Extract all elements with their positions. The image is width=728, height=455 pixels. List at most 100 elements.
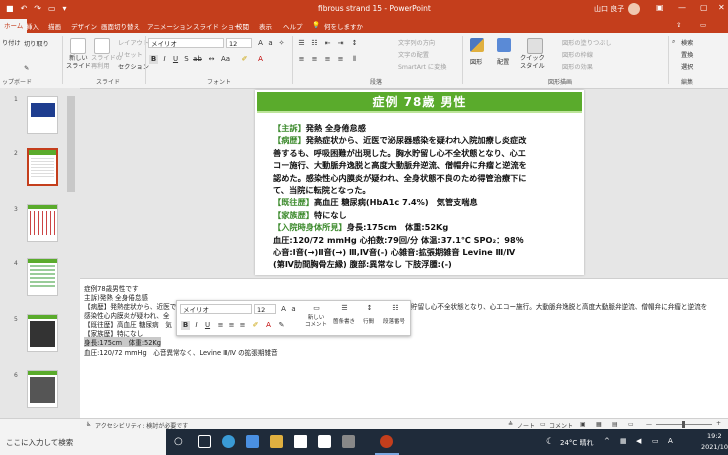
underline-icon[interactable]: U: [171, 55, 180, 64]
mini-font-color-icon[interactable]: A: [264, 321, 273, 330]
format-painter-icon[interactable]: ✎: [24, 65, 29, 72]
new-slide-icon[interactable]: [70, 38, 86, 54]
tab-draw[interactable]: 描画: [48, 21, 61, 31]
powerpoint-icon[interactable]: [380, 435, 393, 448]
slide-thumbnail[interactable]: [27, 314, 58, 352]
cut-button[interactable]: 切り取り: [24, 39, 49, 48]
undo-icon[interactable]: ↶: [21, 4, 28, 13]
tab-view[interactable]: 表示: [259, 21, 272, 31]
paste-button[interactable]: り付け: [2, 38, 21, 47]
mini-numbering-icon[interactable]: ☷: [391, 304, 400, 313]
shrink-font-icon[interactable]: a: [266, 39, 275, 48]
font-color-icon[interactable]: A: [256, 55, 265, 64]
slide-thumbnail[interactable]: [27, 204, 58, 242]
tab-home[interactable]: ホーム: [0, 19, 28, 33]
clear-format-icon[interactable]: ✧: [277, 39, 286, 48]
find-button[interactable]: 検索: [681, 38, 693, 47]
zoom-slider-thumb[interactable]: [682, 421, 685, 428]
ime-icon[interactable]: A: [668, 437, 673, 445]
align-right-icon[interactable]: ≡: [323, 55, 332, 64]
mini-italic-icon[interactable]: I: [192, 321, 201, 330]
minimize-icon[interactable]: —: [678, 3, 686, 12]
weather-text[interactable]: 24°C 晴れ: [560, 438, 594, 448]
smartart-button[interactable]: SmartArt に変換: [398, 62, 446, 71]
slide-body-text[interactable]: 【主訴】発熱 全身倦怠感 【病歴】発熱症状から、近医で泌尿器感染を疑われ入院加療…: [273, 122, 578, 271]
mail-icon[interactable]: [342, 435, 355, 448]
mini-bold-icon[interactable]: B: [181, 321, 190, 330]
highlight-icon[interactable]: ✐: [240, 55, 249, 64]
bullets-icon[interactable]: ☰: [297, 39, 306, 48]
share-icon[interactable]: ⇪: [676, 21, 681, 29]
slide-thumbnail[interactable]: [27, 96, 58, 134]
slide-canvas[interactable]: 症例 78歳 男性 【主訴】発熱 全身倦怠感 【病歴】発熱症状から、近医で泌尿器…: [255, 90, 584, 275]
mini-numbering-button[interactable]: 段落番号: [383, 317, 405, 325]
task-view-icon[interactable]: ○: [174, 435, 187, 448]
shapes-icon[interactable]: [470, 38, 484, 52]
tab-transitions[interactable]: 画面切り替え: [101, 21, 140, 31]
slide-thumbnail-selected[interactable]: [27, 148, 58, 186]
slideshow-view-icon[interactable]: ▭: [628, 421, 634, 428]
grow-font-icon[interactable]: A: [256, 39, 265, 48]
shadow-icon[interactable]: S: [182, 55, 191, 64]
italic-icon[interactable]: I: [160, 55, 169, 64]
slide-title[interactable]: 症例 78歳 男性: [257, 93, 582, 110]
mini-align-right-icon[interactable]: ≡: [238, 321, 247, 330]
tell-me-search[interactable]: 何をしますか: [324, 21, 363, 31]
shape-outline-button[interactable]: 図形の枠線: [562, 50, 593, 59]
zoom-in-icon[interactable]: +: [716, 420, 721, 427]
tab-review[interactable]: 校閲: [236, 21, 249, 31]
reading-view-icon[interactable]: ▤: [612, 421, 618, 428]
mini-font-name-box[interactable]: メイリオ: [180, 304, 252, 314]
volume-icon[interactable]: ◀: [636, 437, 641, 445]
align-center-icon[interactable]: ≡: [310, 55, 319, 64]
mini-line-spacing-button[interactable]: 行間: [363, 317, 374, 325]
font-size-box[interactable]: 12: [226, 38, 252, 48]
tab-animations[interactable]: アニメーション: [147, 21, 192, 31]
dropbox-icon[interactable]: [294, 435, 307, 448]
mini-grow-font-icon[interactable]: A: [279, 305, 288, 314]
taskbar-search-input[interactable]: ここに入力して検索: [6, 437, 73, 448]
mini-line-spacing-icon[interactable]: ↕: [365, 304, 374, 313]
line-spacing-icon[interactable]: ↕: [350, 39, 359, 48]
mini-highlight-icon[interactable]: ✐: [251, 321, 260, 330]
sorter-view-icon[interactable]: ▦: [596, 421, 602, 428]
taskbar-search[interactable]: ここに入力して検索: [0, 429, 166, 455]
close-icon[interactable]: ✕: [718, 3, 725, 12]
tab-insert[interactable]: 挿入: [26, 21, 39, 31]
avatar[interactable]: [628, 3, 640, 15]
mini-new-comment-icon[interactable]: ▭: [312, 304, 321, 313]
new-slide-button[interactable]: 新しい スライド: [66, 55, 91, 71]
clock-time[interactable]: 19:2: [707, 432, 722, 440]
redo-icon[interactable]: ↷: [34, 4, 41, 13]
save-icon[interactable]: ■: [6, 4, 14, 13]
folder-icon[interactable]: [270, 435, 283, 448]
align-left-icon[interactable]: ≡: [297, 55, 306, 64]
text-direction-button[interactable]: 文字列の方向: [398, 38, 435, 47]
mini-font-size-box[interactable]: 12: [254, 304, 276, 314]
mini-bullets-icon[interactable]: ☰: [340, 304, 349, 313]
columns-icon[interactable]: ⫴: [350, 55, 359, 64]
tab-help[interactable]: ヘルプ: [283, 21, 303, 31]
network-icon[interactable]: ▦: [620, 437, 627, 445]
normal-view-icon[interactable]: ▣: [580, 421, 586, 428]
edge-icon[interactable]: [222, 435, 235, 448]
tab-design[interactable]: デザイン: [71, 21, 97, 31]
explorer-icon[interactable]: [246, 435, 259, 448]
arrange-button[interactable]: 配置: [497, 57, 509, 66]
comment-icon[interactable]: ▭: [700, 21, 706, 29]
tray-chevron-icon[interactable]: ^: [604, 437, 610, 445]
slide-thumbnail[interactable]: [27, 258, 58, 296]
mini-underline-icon[interactable]: U: [203, 321, 212, 330]
battery-icon[interactable]: ▭: [652, 437, 659, 445]
store-icon[interactable]: [318, 435, 331, 448]
replace-button[interactable]: 置換: [681, 50, 693, 59]
quick-styles-icon[interactable]: [527, 38, 543, 54]
justify-icon[interactable]: ≡: [336, 55, 345, 64]
change-case-icon[interactable]: Aa: [221, 55, 230, 64]
mini-format-painter-icon[interactable]: ✎: [277, 321, 286, 330]
present-icon[interactable]: ▭: [48, 4, 56, 13]
increase-indent-icon[interactable]: ⇥: [336, 39, 345, 48]
cortana-icon[interactable]: [198, 435, 211, 448]
decrease-indent-icon[interactable]: ⇤: [323, 39, 332, 48]
reuse-slide-icon[interactable]: [94, 38, 110, 54]
